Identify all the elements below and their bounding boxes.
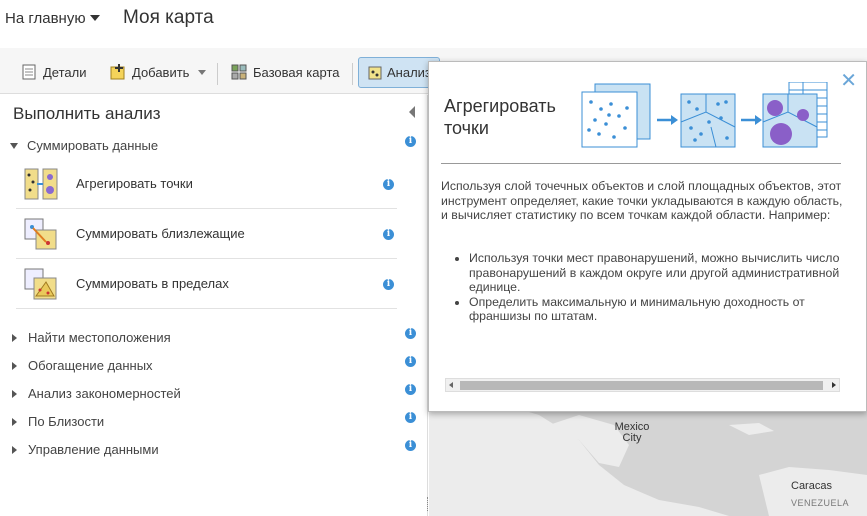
perform-analysis-panel: Выполнить анализ Суммировать данные i Аг… [0,95,428,516]
add-label: Добавить [132,64,190,80]
group-label: Обогащение данных [28,358,153,373]
chevron-down-icon [198,69,207,75]
panel-title: Выполнить анализ [13,104,161,123]
add-layer-icon [110,64,126,80]
info-icon[interactable]: i [405,412,416,423]
info-icon[interactable]: i [405,328,416,339]
toolbar-divider [217,63,218,85]
summarize-nearby-icon [24,218,58,250]
chevron-down-icon [89,15,100,21]
group-data-enrichment[interactable]: Обогащение данных [10,358,153,373]
popup-description: Используя слой точечных объектов и слой … [441,179,843,223]
scrollbar-thumb[interactable] [460,381,823,390]
tool-label: Агрегировать точки [76,176,193,191]
info-icon[interactable]: i [383,179,394,190]
analysis-label: Анализ [387,65,431,80]
group-label: По Близости [28,414,105,429]
list-item: Определить максимальную и минимальную до… [469,295,854,324]
examples-list: Используя точки мест правонарушений, мож… [469,251,854,324]
app-header: На главную Моя карта [0,0,867,48]
city-label: Mexico City [614,421,650,444]
basemap-button[interactable]: Базовая карта [231,60,340,84]
tool-summarize-within[interactable]: Суммировать в пределах [16,259,397,309]
tool-help-popup: ✕ Агрегировать точки Используя слой точе… [428,61,867,412]
tool-label: Суммировать в пределах [76,276,229,291]
basemap-label: Базовая карта [253,64,340,80]
tool-summarize-nearby[interactable]: Суммировать близлежащие [16,209,397,259]
horizontal-scrollbar[interactable] [445,378,840,392]
analysis-icon [368,66,382,80]
group-label: Управление данными [28,442,159,457]
group-summarize-data[interactable]: Суммировать данные [10,138,158,153]
info-icon[interactable]: i [383,229,394,240]
info-icon[interactable]: i [383,279,394,290]
basemap-grid-icon [231,64,247,80]
popup-title-line: Агрегировать [444,96,556,116]
aggregate-points-illustration [581,82,828,148]
divider [441,163,841,164]
aggregate-points-icon [24,168,58,200]
details-icon [21,64,37,80]
collapsed-arrow-icon [12,445,17,454]
group-find-locations[interactable]: Найти местоположения [10,330,171,345]
scroll-right-icon[interactable] [832,382,836,388]
page-title: Моя карта [123,7,214,28]
popup-title: Агрегировать точки [444,95,556,139]
group-pattern-analysis[interactable]: Анализ закономерностей [10,386,181,401]
collapsed-arrow-icon [12,333,17,342]
collapsed-arrow-icon [12,417,17,426]
home-label: На главную [5,10,86,27]
popup-title-line: точки [444,118,489,138]
group-label: Найти местоположения [28,330,171,345]
expanded-arrow-icon [10,142,18,149]
toolbar-divider [352,63,353,85]
group-label: Суммировать данные [27,138,159,153]
info-icon[interactable]: i [405,356,416,367]
list-item: Используя точки мест правонарушений, мож… [469,251,854,295]
group-proximity[interactable]: По Близости [10,414,104,429]
collapsed-arrow-icon [12,389,17,398]
info-icon[interactable]: i [405,136,416,147]
info-icon[interactable]: i [405,384,416,395]
summarize-within-icon [24,268,58,300]
country-label: VENEZUELA [791,498,850,508]
tool-label: Суммировать близлежащие [76,226,245,241]
city-label: Caracas [791,480,832,492]
group-manage-data[interactable]: Управление данными [10,442,159,457]
scroll-left-icon[interactable] [449,382,453,388]
group-label: Анализ закономерностей [28,386,181,401]
collapse-panel-icon[interactable] [409,106,415,118]
home-menu[interactable]: На главную [5,10,100,27]
details-label: Детали [43,64,87,80]
info-icon[interactable]: i [405,440,416,451]
add-button[interactable]: Добавить [110,60,207,84]
tool-aggregate-points[interactable]: Агрегировать точки [16,159,397,209]
close-icon[interactable]: ✕ [840,71,857,91]
collapsed-arrow-icon [12,361,17,370]
details-button[interactable]: Детали [21,60,87,84]
